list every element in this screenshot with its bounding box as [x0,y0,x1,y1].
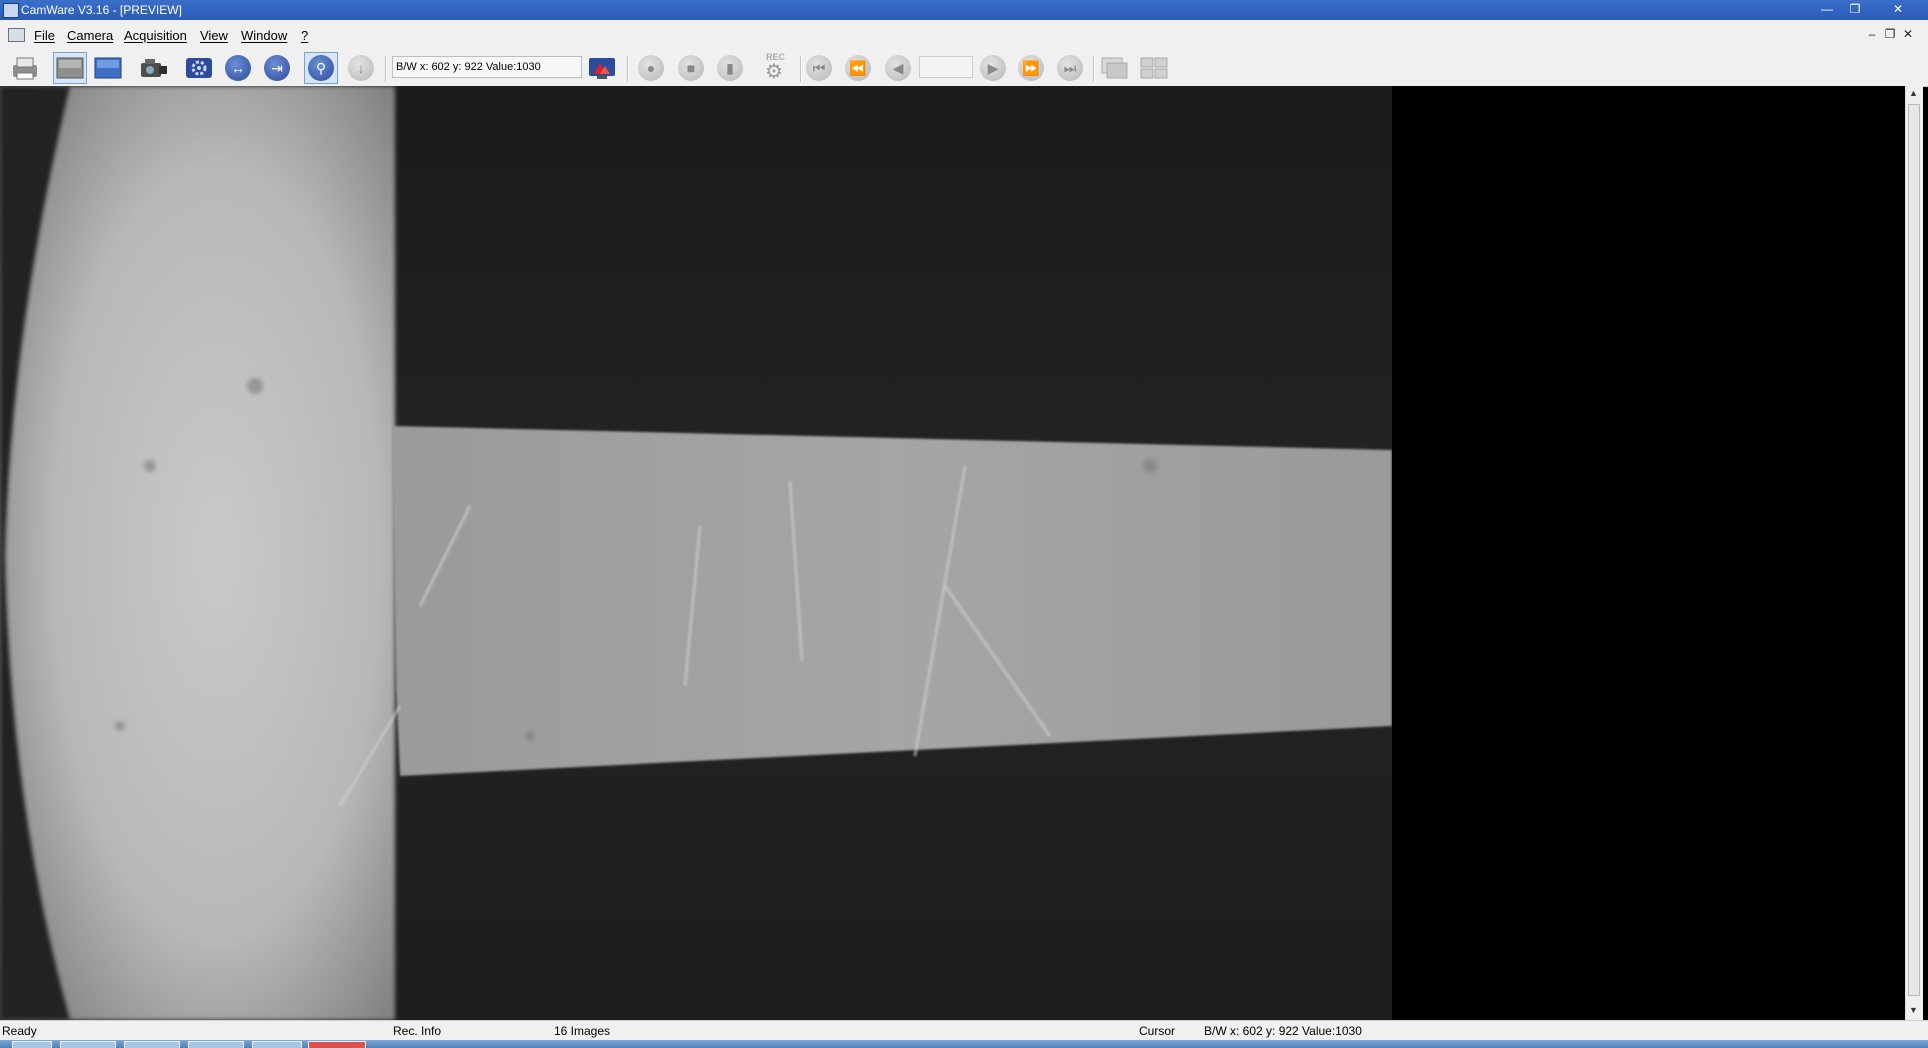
taskbar-button[interactable] [188,1041,244,1048]
camera-icon [141,59,167,77]
menu-file[interactable]: File [34,28,55,43]
color-view-button[interactable] [91,52,125,84]
restore-icon[interactable]: ❐ [1842,1,1868,17]
menu-bar: File Camera Acquisition View Window ? – … [0,20,1928,50]
status-cursor-label: Cursor [1139,1024,1176,1038]
color-table-icon [589,58,615,79]
magnifier-icon: ⚲ [308,55,334,81]
cascade-icon [1101,57,1128,79]
mdi-minimize-icon[interactable]: – [1864,26,1880,42]
taskbar-button[interactable] [12,1041,52,1048]
cascade-windows-button[interactable] [1098,52,1132,84]
frame-number-input[interactable] [919,56,973,78]
fit-range-button[interactable]: ⇥ [260,52,294,84]
camera-preview-image[interactable] [0,86,1392,1020]
toolbar-separator [385,56,387,82]
menu-window[interactable]: Window [241,28,287,43]
fit-width-button[interactable]: ↔ [221,52,255,84]
menu-acquisition[interactable]: Acquisition [124,28,187,43]
scroll-down-icon[interactable]: ▼ [1909,1005,1918,1015]
play-icon: ▶ [980,55,1006,81]
window-title: CamWare V3.16 - [PREVIEW] [21,3,182,17]
status-rec-info: Rec. Info [393,1024,442,1038]
skip-start-icon: ⏮ [806,55,832,81]
taskbar [0,1040,1928,1048]
scroll-up-icon[interactable]: ▲ [1909,88,1918,98]
taskbar-button[interactable] [60,1041,116,1048]
fast-backward-button[interactable]: ⏪ [841,52,875,84]
menu-view[interactable]: View [200,28,228,43]
mdi-close-icon[interactable]: ✕ [1900,26,1916,42]
camera-settings-icon [186,58,212,78]
fast-forward-icon: ⏩ [1018,55,1044,81]
menu-camera[interactable]: Camera [67,28,113,43]
toolbar-separator [627,56,629,82]
status-image-count: 16 Images [554,1024,611,1038]
recorder-settings-button[interactable]: REC ⚙ [757,52,791,84]
menu-help[interactable]: ? [301,28,308,43]
print-button[interactable] [8,52,42,84]
mdi-restore-icon[interactable]: ❐ [1882,26,1898,42]
pause-button[interactable]: ▮ [713,52,747,84]
close-icon[interactable]: ✕ [1882,1,1914,17]
rewind-icon: ⏪ [845,55,871,81]
printer-icon [13,57,37,80]
zoom-button[interactable]: ⚲ [304,52,338,84]
down-arrow-icon: ↓ [348,55,374,81]
grayscale-image-icon [56,57,84,79]
color-image-icon [94,57,122,79]
grayscale-view-button[interactable] [53,52,87,84]
record-icon: ● [638,55,664,81]
step-backward-button[interactable]: ◀ [881,52,915,84]
taskbar-button[interactable] [252,1041,302,1048]
pause-icon: ▮ [717,55,743,81]
camera-button[interactable] [137,52,171,84]
first-frame-button[interactable]: ⏮ [802,52,836,84]
cursor-info-field: B/W x: 602 y: 922 Value:1030 [392,56,582,78]
rec-settings-icon: REC ⚙ [765,52,786,83]
minimize-icon[interactable]: — [1814,1,1840,17]
fast-forward-button[interactable]: ⏩ [1014,52,1048,84]
preview-canvas[interactable] [0,86,1905,1020]
title-bar: CamWare V3.16 - [PREVIEW] — ❐ ✕ [0,0,1928,20]
document-icon[interactable] [8,28,25,42]
app-icon[interactable] [3,3,19,18]
taskbar-button[interactable] [308,1041,366,1048]
play-button[interactable]: ▶ [976,52,1010,84]
range-arrows-icon: ⇥ [264,55,290,81]
color-table-button[interactable] [585,52,619,84]
stop-icon: ■ [678,55,704,81]
toolbar-separator [1093,56,1095,82]
status-cursor-value: B/W x: 602 y: 922 Value:1030 [1204,1024,1362,1038]
tile-windows-button[interactable] [1137,52,1171,84]
skip-end-icon: ⏭ [1057,55,1083,81]
taskbar-button[interactable] [124,1041,180,1048]
scroll-thumb[interactable] [1908,104,1920,996]
download-button[interactable]: ↓ [344,52,378,84]
toolbar: ↔ ⇥ ⚲ ↓ B/W x: 602 y: 922 Value:1030 ● ■… [0,50,1928,87]
record-button[interactable]: ● [634,52,668,84]
camera-settings-button[interactable] [182,52,216,84]
status-bar: Ready Rec. Info 16 Images Cursor B/W x: … [0,1020,1928,1041]
vertical-scrollbar[interactable]: ▲ ▼ [1905,86,1923,1020]
stop-button[interactable]: ■ [674,52,708,84]
horizontal-arrows-icon: ↔ [225,55,251,81]
tile-icon [1140,57,1168,79]
back-arrow-icon: ◀ [885,55,911,81]
status-ready: Ready [2,1024,37,1038]
last-frame-button[interactable]: ⏭ [1053,52,1087,84]
